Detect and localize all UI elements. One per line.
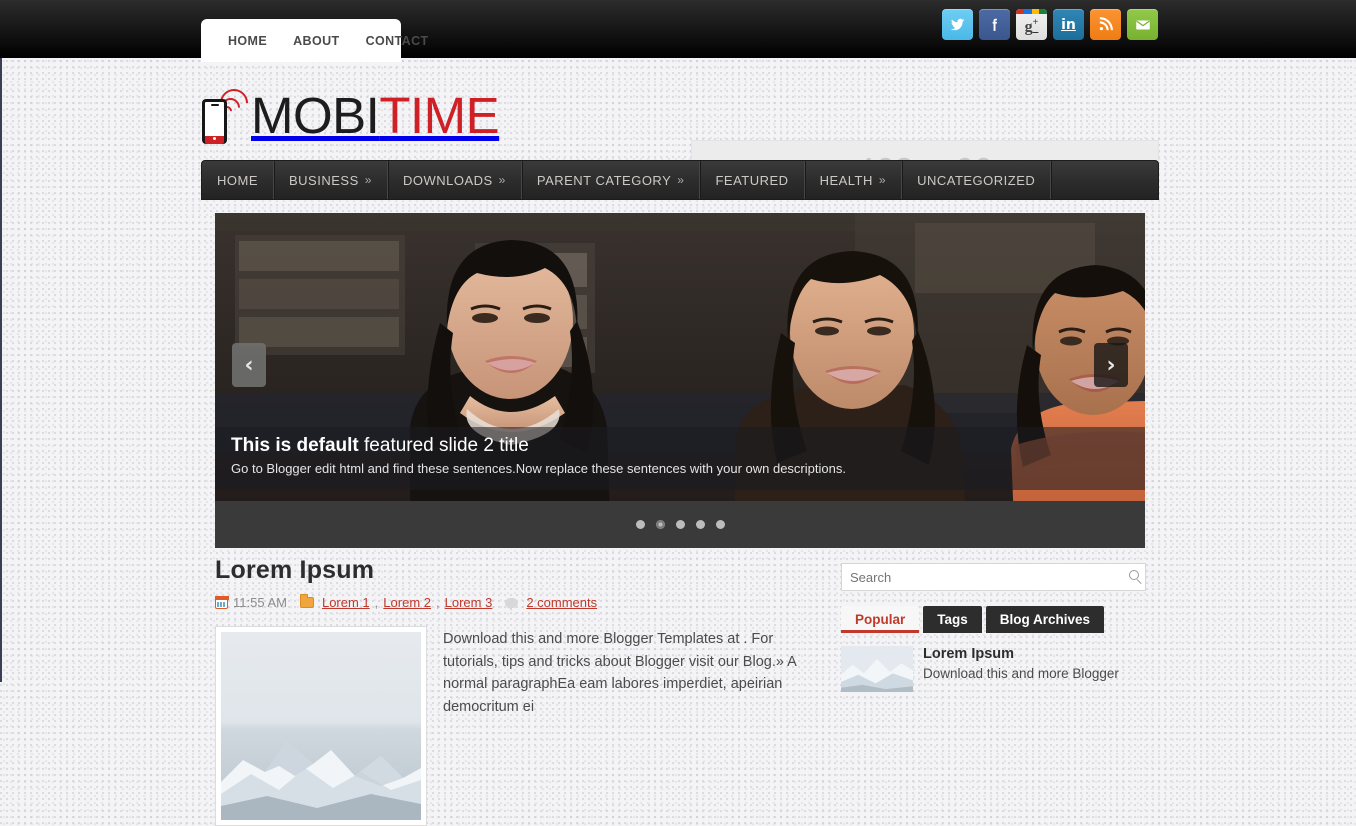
slide-image: [215, 213, 1145, 548]
search-input[interactable]: [841, 563, 1146, 591]
slider-pagination: [215, 501, 1145, 548]
post-label-1[interactable]: Lorem 1: [322, 595, 370, 610]
google-plus-icon[interactable]: g+: [1016, 9, 1047, 40]
label-sep: ,: [374, 595, 379, 610]
folder-icon: [299, 594, 314, 608]
post-meta: 11:55 AM Lorem 1, Lorem 2, Lorem 3 2 com…: [214, 594, 815, 611]
post-area: Lorem Ipsum 11:55 AM Lorem 1, Lorem 2, L…: [214, 556, 815, 826]
nav-item-uncategorized[interactable]: UNCATEGORIZED: [902, 161, 1052, 199]
linkedin-icon[interactable]: in: [1053, 9, 1084, 40]
popular-post-item[interactable]: Lorem Ipsum Download this and more Blogg…: [841, 646, 1146, 692]
search-box: [841, 563, 1146, 591]
calendar-icon: [214, 595, 229, 609]
slider-dot-3[interactable]: [675, 520, 685, 529]
comment-bubble-icon: [505, 597, 519, 611]
slider-prev-button[interactable]: ‹: [232, 343, 266, 387]
search-icon[interactable]: [1129, 570, 1139, 580]
nav-item-label: UNCATEGORIZED: [917, 172, 1036, 188]
nav-item-parent-category[interactable]: PARENT CATEGORY »: [522, 161, 701, 199]
post-thumbnail-frame[interactable]: [215, 626, 427, 826]
rss-icon[interactable]: [1090, 9, 1121, 40]
slider-dot-5[interactable]: [715, 520, 725, 529]
twitter-icon[interactable]: [942, 9, 973, 40]
featured-slider: ‹ › This is default featured slide 2 tit…: [215, 213, 1145, 548]
slider-dot-2[interactable]: [655, 520, 665, 529]
popular-post-title[interactable]: Lorem Ipsum: [923, 646, 1119, 662]
slide-caption: This is default featured slide 2 title G…: [215, 427, 1145, 490]
nav-item-label: HEALTH: [819, 172, 873, 188]
slider-dot-4[interactable]: [695, 520, 705, 529]
chevron-right-icon: »: [677, 173, 685, 187]
sidebar-tabs: Popular Tags Blog Archives: [841, 606, 1146, 633]
nav-item-home[interactable]: HOME: [202, 161, 274, 199]
chevron-right-icon: ›: [1106, 352, 1116, 378]
nav-item-label: PARENT CATEGORY: [536, 172, 672, 188]
nav-item-label: HOME: [217, 172, 258, 188]
nav-item-featured[interactable]: FEATURED: [700, 161, 805, 199]
mobile-phone-icon: [201, 83, 254, 144]
post-excerpt: Download this and more Blogger Templates…: [443, 631, 797, 715]
chevron-left-icon: ‹: [244, 352, 254, 378]
top-bar: HOME ABOUT CONTACT g+ in: [0, 0, 1356, 62]
topnav-item-contact[interactable]: CONTACT: [353, 34, 442, 48]
logo-text-primary: MOBI: [251, 86, 380, 144]
tab-popular[interactable]: Popular: [841, 606, 920, 633]
facebook-icon[interactable]: [979, 9, 1010, 40]
post-comments-link[interactable]: 2 comments: [526, 595, 597, 610]
chevron-right-icon: »: [364, 173, 372, 187]
slide-title: This is default featured slide 2 title: [231, 435, 1129, 457]
nav-item-health[interactable]: HEALTH »: [805, 161, 903, 199]
topnav-item-about[interactable]: ABOUT: [280, 34, 352, 48]
slide-title-bold: This is default: [231, 435, 359, 456]
popular-post-thumbnail: [841, 646, 913, 692]
nav-item-label: DOWNLOADS: [402, 172, 493, 188]
post-thumbnail-image: [221, 632, 421, 820]
post-title[interactable]: Lorem Ipsum: [215, 556, 815, 585]
social-links: g+ in: [942, 9, 1158, 40]
site-header: MOBITIME 468 × 60: [0, 58, 1356, 200]
site-logo[interactable]: MOBITIME: [201, 83, 500, 144]
slide-description: Go to Blogger edit html and find these s…: [231, 461, 846, 476]
post-body: Download this and more Blogger Templates…: [215, 626, 815, 826]
topnav-item-home[interactable]: HOME: [215, 34, 280, 48]
chevron-right-icon: »: [498, 173, 506, 187]
slider-next-button[interactable]: ›: [1094, 343, 1128, 387]
nav-filler: [1051, 161, 1158, 199]
popular-post-excerpt: Download this and more Blogger: [923, 666, 1119, 681]
tab-tags[interactable]: Tags: [923, 606, 982, 633]
post-label-3[interactable]: Lorem 3: [445, 595, 493, 610]
sidebar: Popular Tags Blog Archives Lorem Ipsum D…: [841, 563, 1146, 692]
email-icon[interactable]: [1127, 9, 1158, 40]
post-label-2[interactable]: Lorem 2: [383, 595, 431, 610]
top-navigation: HOME ABOUT CONTACT: [201, 19, 428, 62]
nav-item-business[interactable]: BUSINESS »: [274, 161, 388, 199]
post-time: 11:55 AM: [233, 595, 287, 610]
nav-item-label: BUSINESS: [289, 172, 359, 188]
logo-text-accent: TIME: [379, 86, 500, 144]
tab-blog-archives[interactable]: Blog Archives: [985, 606, 1105, 633]
main-navigation: HOME BUSINESS » DOWNLOADS » PARENT CATEG…: [201, 160, 1159, 200]
popular-post-text: Lorem Ipsum Download this and more Blogg…: [923, 646, 1119, 692]
nav-item-downloads[interactable]: DOWNLOADS »: [388, 161, 522, 199]
nav-item-label: FEATURED: [715, 172, 789, 188]
left-edge-accent: [0, 58, 2, 682]
chevron-right-icon: »: [878, 173, 887, 187]
slider-dot-1[interactable]: [635, 520, 645, 529]
slide-title-light: featured slide 2 title: [364, 435, 529, 456]
label-sep: ,: [436, 595, 440, 610]
